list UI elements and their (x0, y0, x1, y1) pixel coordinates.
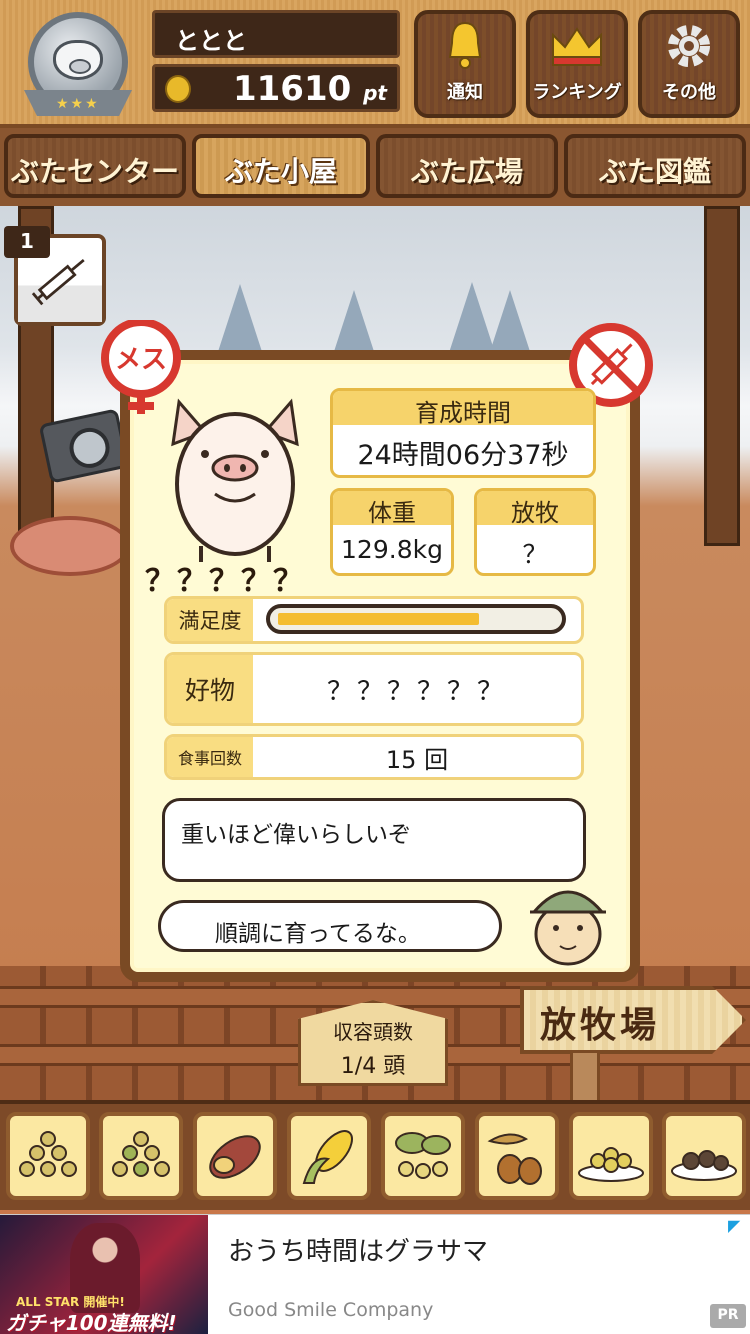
favorite-value: ？？？？？？ (326, 676, 507, 707)
weight-value: 129.8kg (341, 535, 443, 564)
profile-avatar[interactable]: ★★★ (18, 8, 138, 120)
food-dish (10, 516, 130, 576)
weight-label: 体重 (333, 491, 451, 527)
food-slot-8[interactable] (662, 1112, 746, 1200)
grazing-field: 放牧 ？ (474, 488, 596, 576)
wooden-post (704, 206, 740, 546)
main-nav: ぶたセンター ぶた小屋 ぶた広場 ぶた図鑑 (0, 128, 750, 206)
ad-advertiser: Good Smile Company (228, 1299, 434, 1321)
soybean-icon (395, 1132, 451, 1179)
ad-title[interactable]: おうち時間はグラサマ (228, 1231, 488, 1268)
pasture-sign-label: 放牧場 (540, 1005, 661, 1046)
capacity-value: 1/4 頭 (340, 1054, 406, 1079)
growth-time-label: 育成時間 (333, 391, 593, 427)
food-slot-7[interactable] (569, 1112, 653, 1200)
tip-speech-bubble: 重いほど偉いらしいぞ (162, 798, 586, 882)
acorn-icon (487, 1133, 542, 1185)
other-label: その他 (662, 82, 716, 103)
satisfaction-label: 満足度 (167, 599, 253, 641)
growth-time-value: 24時間06分37秒 (357, 440, 569, 471)
grazing-value: ？ (522, 540, 548, 569)
food-slot-2[interactable] (99, 1112, 183, 1200)
rank-stars-icon: ★★★ (56, 96, 100, 112)
capacity-sign: 収容頭数 1/4 頭 (298, 1000, 448, 1086)
gear-icon (642, 14, 736, 78)
weight-field: 体重 129.8kg (330, 488, 454, 576)
meals-row: 食事回数 15 回 (164, 734, 584, 780)
notification-label: 通知 (447, 82, 483, 103)
grain-plate-icon (578, 1147, 644, 1182)
points-unit: pt (363, 81, 387, 105)
ad-pr-badge: PR (710, 1304, 746, 1328)
gender-label: メス (115, 345, 167, 375)
notification-button[interactable]: 通知 (414, 10, 516, 118)
user-info: ととと 11610 pt (152, 10, 400, 116)
points-value: 11610 (232, 69, 352, 109)
sign-post (570, 1050, 600, 1106)
corn-icon (302, 1130, 353, 1184)
food-slot-4[interactable] (287, 1112, 371, 1200)
ranking-label: ランキング (532, 82, 622, 103)
grazing-label: 放牧 (477, 491, 593, 527)
food-slot-1[interactable] (6, 1112, 90, 1200)
ad-choices-icon[interactable]: ◤ (728, 1216, 746, 1235)
satisfaction-bar (266, 604, 566, 634)
favorite-label: 好物 (167, 655, 253, 723)
sweet-potato-icon (209, 1135, 261, 1179)
meals-value: 15 回 (385, 745, 449, 774)
ad-banner-line2: ガチャ100連無料! (6, 1311, 177, 1334)
capacity-label: 収容頭数 (333, 1020, 413, 1044)
other-button[interactable]: その他 (638, 10, 740, 118)
grain-pile-icon (19, 1131, 77, 1177)
tab-buta-koya[interactable]: ぶた小屋 (192, 134, 370, 198)
pasture-sign-button[interactable]: 放牧場 (520, 986, 746, 1054)
username: ととと (152, 10, 400, 58)
food-slot-6[interactable] (475, 1112, 559, 1200)
pig-face-icon (53, 40, 103, 80)
item-count: 1 (4, 226, 50, 258)
status-speech-bubble: 順調に育ってるな。 (158, 900, 502, 952)
tab-buta-hiroba[interactable]: ぶた広場 (376, 134, 558, 198)
farmer-face-icon (530, 890, 606, 966)
meals-label: 食事回数 (167, 737, 253, 777)
satisfaction-bar-fill (278, 613, 479, 625)
bell-icon (418, 14, 512, 78)
coin-icon (165, 75, 191, 103)
pig-name: ？？？？？ (145, 564, 305, 599)
top-header: ★★★ ととと 11610 pt 通知 ランキング その他 (0, 0, 750, 128)
pig-illustration[interactable] (165, 396, 305, 564)
points-display: 11610 pt (152, 64, 400, 112)
favorite-row: 好物 ？？？？？？ (164, 652, 584, 726)
food-slot-5[interactable] (381, 1112, 465, 1200)
food-tray (0, 1100, 750, 1210)
ad-banner[interactable]: ALL STAR 開催中! ガチャ100連無料! おうち時間はグラサマ Good… (0, 1214, 750, 1334)
tab-buta-zukan[interactable]: ぶた図鑑 (564, 134, 746, 198)
ranking-button[interactable]: ランキング (526, 10, 628, 118)
tab-buta-center[interactable]: ぶたセンター (4, 134, 186, 198)
mixed-grain-icon (112, 1131, 170, 1177)
growth-time-field: 育成時間 24時間06分37秒 (330, 388, 596, 478)
crown-icon (530, 14, 624, 78)
rice-ball-plate-icon (671, 1150, 737, 1181)
ad-image[interactable]: ALL STAR 開催中! ガチャ100連無料! (0, 1215, 208, 1334)
food-slot-3[interactable] (193, 1112, 277, 1200)
